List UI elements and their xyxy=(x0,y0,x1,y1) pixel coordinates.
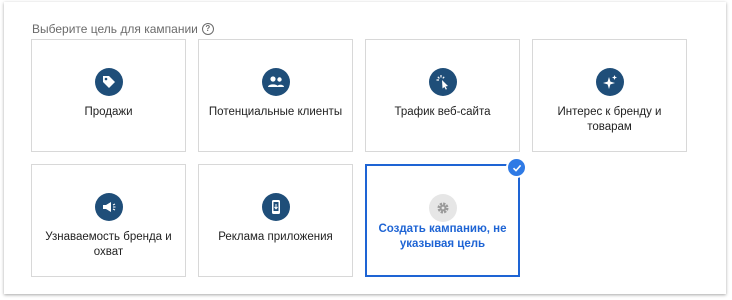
goal-card-label: Создать кампанию, не указывая цель xyxy=(378,223,507,250)
people-icon xyxy=(261,68,290,96)
goal-card-leads[interactable]: Потенциальные клиенты xyxy=(198,39,353,152)
goal-prompt-text: Выберите цель для кампании xyxy=(32,22,198,36)
help-icon[interactable]: ? xyxy=(201,23,214,35)
goal-card-label: Продажи xyxy=(84,106,133,118)
selected-check-icon xyxy=(506,157,527,178)
campaign-goal-panel: Выберите цель для кампании ? Продажи Пот… xyxy=(4,2,726,294)
tag-icon xyxy=(94,68,123,96)
cursor-click-icon xyxy=(428,68,457,96)
goal-card-website-traffic[interactable]: Трафик веб-сайта xyxy=(365,39,520,152)
goal-card-brand-awareness[interactable]: Узнаваемость бренда и охват xyxy=(31,164,186,277)
goal-card-label: Реклама приложения xyxy=(218,231,333,243)
goal-card-no-goal[interactable]: Создать кампанию, не указывая цель xyxy=(365,157,527,277)
goal-card-label: Трафик веб-сайта xyxy=(394,106,491,118)
goal-card-label: Узнаваемость бренда и охват xyxy=(45,231,172,258)
goal-card-label: Потенциальные клиенты xyxy=(208,106,343,118)
goal-card-brand-interest[interactable]: Интерес к бренду и товарам xyxy=(532,39,687,152)
megaphone-icon xyxy=(94,193,123,221)
gear-icon xyxy=(428,194,457,222)
sparkle-icon xyxy=(595,68,624,96)
goal-card-sales[interactable]: Продажи xyxy=(31,39,186,152)
goal-card-label: Интерес к бренду и товарам xyxy=(557,106,662,133)
phone-icon xyxy=(261,193,290,221)
goal-prompt: Выберите цель для кампании ? xyxy=(32,22,214,36)
goal-card-app-promotion[interactable]: Реклама приложения xyxy=(198,164,353,277)
